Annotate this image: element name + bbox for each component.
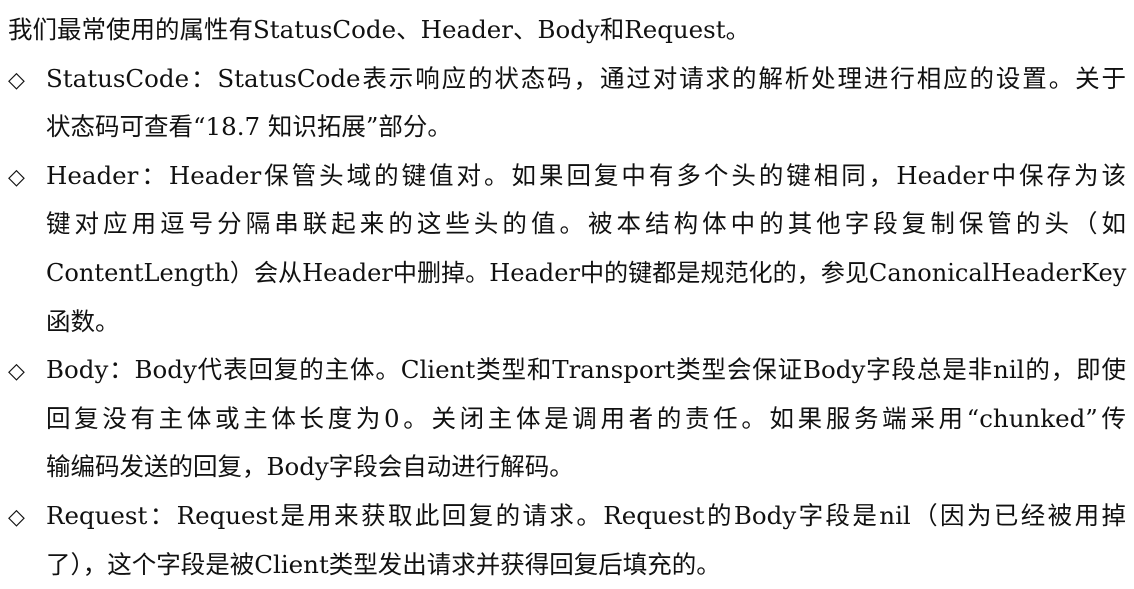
list-item-line: 了），这个字段是被Client类型发出请求并获得回复后填充的。	[46, 549, 721, 579]
list-item-line: Body：Body代表回复的主体。Client类型和Transport类型会保证…	[46, 355, 1126, 385]
diamond-bullet-icon: ◇	[8, 67, 25, 93]
list-item-line: Request：Request是用来获取此回复的请求。Request的Body字…	[46, 500, 1126, 530]
list-item-header: ◇ Header：Header保管头域的键值对。如果回复中有多个头的键相同，He…	[8, 152, 1134, 346]
list-item-line: StatusCode：StatusCode表示响应的状态码，通过对请求的解析处理…	[46, 63, 1126, 93]
list-item-line: 函数。	[46, 306, 120, 336]
list-item-body: ◇ Body：Body代表回复的主体。Client类型和Transport类型会…	[8, 346, 1134, 492]
list-item-line: 输编码发送的回复，Body字段会自动进行解码。	[46, 452, 574, 482]
intro-paragraph: 我们最常使用的属性有StatusCode、Header、Body和Request…	[8, 6, 1134, 55]
list-item-statuscode: ◇ StatusCode：StatusCode表示响应的状态码，通过对请求的解析…	[8, 55, 1134, 152]
list-item-line: ContentLength）会从Header中删掉。Header中的键都是规范化…	[46, 258, 1127, 287]
list-item-line: Header：Header保管头域的键值对。如果回复中有多个头的键相同，Head…	[46, 160, 1126, 190]
list-item-line: 键对应用逗号分隔串联起来的这些头的值。被本结构体中的其他字段复制保管的头（如	[46, 209, 1126, 239]
intro-text: 我们最常使用的属性有StatusCode、Header、Body和Request…	[8, 15, 751, 44]
diamond-bullet-icon: ◇	[8, 164, 25, 190]
list-item-request: ◇ Request：Request是用来获取此回复的请求。Request的Bod…	[8, 492, 1134, 589]
diamond-bullet-icon: ◇	[8, 504, 25, 530]
list-item-line: 状态码可查看“18.7 知识拓展”部分。	[46, 112, 452, 142]
document-page: 我们最常使用的属性有StatusCode、Header、Body和Request…	[0, 0, 1134, 584]
list-item-line: 回复没有主体或主体长度为0。关闭主体是调用者的责任。如果服务端采用“chunke…	[46, 403, 1126, 433]
diamond-bullet-icon: ◇	[8, 359, 25, 385]
